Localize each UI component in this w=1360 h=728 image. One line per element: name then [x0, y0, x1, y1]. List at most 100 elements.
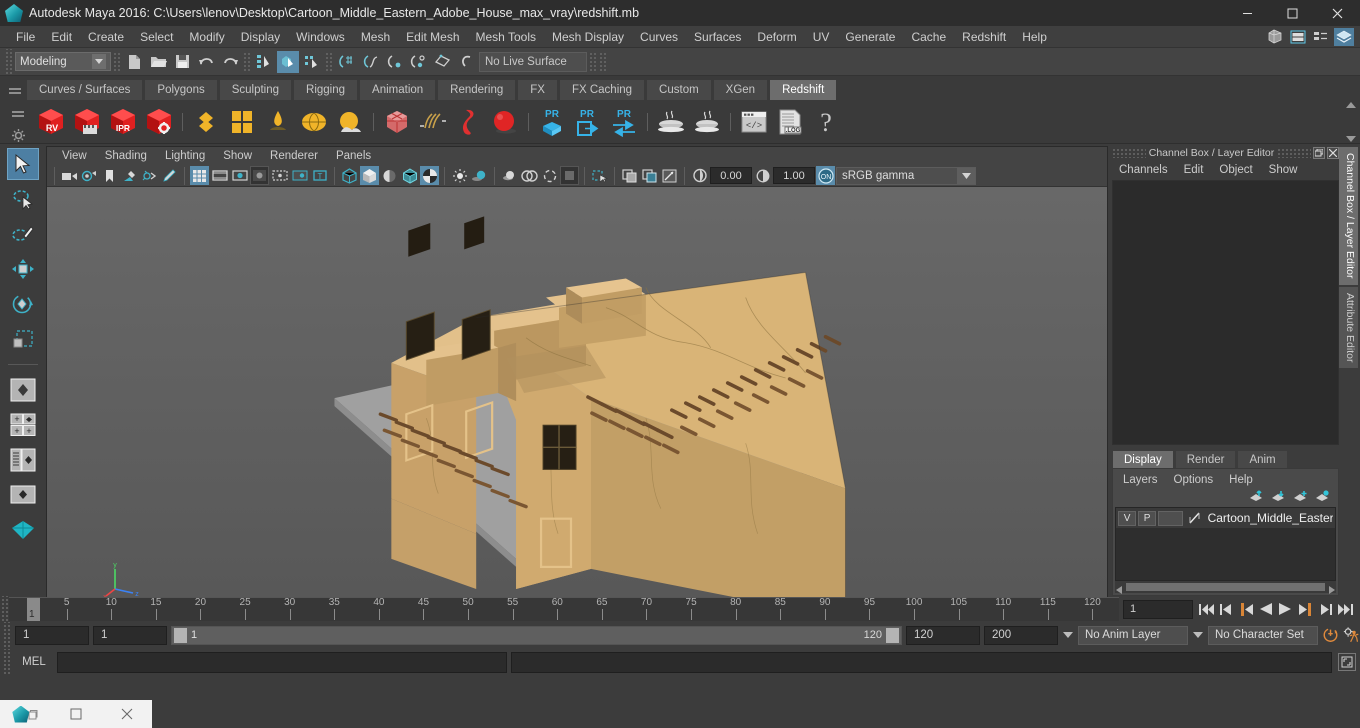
exposure-icon[interactable] — [690, 166, 709, 185]
make-live-icon[interactable] — [455, 51, 477, 73]
snap-to-projected-center-icon[interactable] — [407, 51, 429, 73]
menu-curves[interactable]: Curves — [632, 26, 686, 48]
shelf-tab-polygons[interactable]: Polygons — [144, 79, 218, 100]
lasso-select-tool[interactable] — [7, 183, 39, 215]
shelf-tab-fx[interactable]: FX — [517, 79, 558, 100]
shelf-drag-handle[interactable] — [7, 101, 29, 123]
restore-icon[interactable] — [1313, 147, 1325, 159]
shelf-tab-fx-caching[interactable]: FX Caching — [558, 79, 646, 100]
range-slider[interactable]: 1 120 — [171, 625, 902, 645]
screen-space-ao-icon[interactable] — [500, 166, 519, 185]
layer-color-swatch-icon[interactable] — [1185, 510, 1206, 526]
anim-end-field[interactable]: 200 — [984, 625, 1058, 645]
timeline-grip[interactable] — [0, 596, 9, 622]
maya-taskbar-icon[interactable] — [0, 700, 51, 728]
play-backwards-icon[interactable] — [1257, 600, 1274, 618]
shelf-btn-redshift-bake-1[interactable] — [654, 103, 688, 141]
resolution-gate-icon[interactable] — [230, 166, 249, 185]
paint-select-tool[interactable] — [7, 218, 39, 250]
layer-menu-help[interactable]: Help — [1221, 474, 1261, 486]
layer-editor-icon[interactable] — [1334, 27, 1354, 46]
shelf-tab-rigging[interactable]: Rigging — [293, 79, 359, 100]
scroll-left-icon[interactable] — [1116, 583, 1124, 594]
menu-cache[interactable]: Cache — [903, 26, 954, 48]
shelf-btn-redshift-pr-transfer[interactable]: PR — [607, 103, 641, 141]
channel-menu-object[interactable]: Object — [1212, 164, 1259, 176]
panel-grip[interactable] — [1112, 148, 1146, 158]
shelf-tab-curves-surfaces[interactable]: Curves / Surfaces — [26, 79, 144, 100]
shelf-btn-redshift-sphere[interactable] — [488, 103, 522, 141]
vtab-channel-box-layer-editor[interactable]: Channel Box / Layer Editor — [1339, 147, 1358, 285]
shelf-scroll-up-icon[interactable] — [1346, 102, 1356, 108]
minimize-icon[interactable] — [1225, 0, 1270, 26]
time-slider[interactable]: 5 10 15 20 25 30 35 40 45 50 55 60 65 70 75 80 85 90 95 100… — [9, 597, 1119, 621]
select-by-hierarchy-icon[interactable] — [253, 51, 275, 73]
persp-graph-layout[interactable] — [7, 479, 39, 511]
select-by-object-icon[interactable] — [277, 50, 299, 73]
multisample-icon[interactable] — [540, 166, 559, 185]
layer-list-scrollbar[interactable] — [1115, 581, 1336, 594]
camera-attributes-icon[interactable] — [80, 166, 99, 185]
menu-mesh-display[interactable]: Mesh Display — [544, 26, 632, 48]
textured-icon[interactable] — [420, 166, 439, 185]
viewport-menu-view[interactable]: View — [53, 147, 96, 165]
viewport-3d[interactable]: persp y z x — [47, 187, 1107, 620]
layer-tab-render[interactable]: Render — [1174, 450, 1237, 468]
film-gate-icon[interactable] — [210, 166, 229, 185]
command-output[interactable] — [511, 651, 1332, 673]
character-set-chevron-icon[interactable] — [1192, 626, 1204, 644]
scrollbar-thumb[interactable] — [1126, 583, 1325, 591]
step-back-keyframe-icon[interactable] — [1217, 600, 1234, 618]
command-language-label[interactable]: MEL — [15, 656, 53, 668]
select-by-component-icon[interactable] — [301, 51, 323, 73]
save-scene-icon[interactable] — [171, 51, 193, 73]
gpu-override-icon[interactable] — [560, 166, 579, 185]
snap-to-point-icon[interactable] — [383, 51, 405, 73]
rotate-tool[interactable] — [7, 288, 39, 320]
step-back-frame-icon[interactable] — [1237, 600, 1254, 618]
range-grip[interactable] — [2, 622, 11, 648]
shelf-btn-redshift-area-light[interactable] — [189, 103, 223, 141]
channel-menu-edit[interactable]: Edit — [1177, 164, 1211, 176]
gate-mask-icon[interactable] — [250, 166, 269, 185]
viewport-menu-show[interactable]: Show — [214, 147, 261, 165]
viewport-menu-panels[interactable]: Panels — [327, 147, 380, 165]
shelf-btn-redshift-render-settings[interactable] — [142, 103, 176, 141]
menu-surfaces[interactable]: Surfaces — [686, 26, 749, 48]
close-icon[interactable] — [1315, 0, 1360, 26]
menu-edit-mesh[interactable]: Edit Mesh — [398, 26, 467, 48]
channel-box-icon[interactable] — [1288, 28, 1308, 46]
snap-to-view-plane-icon[interactable] — [431, 51, 453, 73]
motion-blur-icon[interactable] — [520, 166, 539, 185]
layer-menu-layers[interactable]: Layers — [1115, 474, 1166, 486]
menu-help[interactable]: Help — [1014, 26, 1055, 48]
shelf-tab-rendering[interactable]: Rendering — [437, 79, 517, 100]
new-layer-from-selected-icon[interactable] — [1315, 490, 1330, 506]
menu-uv[interactable]: UV — [805, 26, 838, 48]
shelf-btn-redshift-script-editor[interactable]: </> — [737, 103, 771, 141]
viewport-menu-shading[interactable]: Shading — [96, 147, 156, 165]
viewport-menu-lighting[interactable]: Lighting — [156, 147, 214, 165]
layer-menu-options[interactable]: Options — [1166, 474, 1222, 486]
redo-icon[interactable] — [219, 51, 241, 73]
shelf-tab-redshift[interactable]: Redshift — [769, 79, 838, 100]
layer-tab-display[interactable]: Display — [1112, 450, 1174, 468]
color-management-toggle-icon[interactable]: ON — [816, 166, 835, 185]
step-forward-keyframe-icon[interactable] — [1317, 600, 1334, 618]
current-time-indicator[interactable]: 1 — [27, 598, 40, 621]
shelf-btn-redshift-render-view[interactable]: RV — [34, 103, 68, 141]
attribute-editor-icon[interactable] — [1311, 28, 1331, 46]
open-scene-icon[interactable] — [147, 51, 169, 73]
bookmark-icon[interactable] — [100, 166, 119, 185]
snap-to-curve-icon[interactable] — [359, 51, 381, 73]
channel-menu-show[interactable]: Show — [1262, 164, 1305, 176]
shelf-btn-redshift-render-sequence[interactable] — [70, 103, 104, 141]
grease-pencil-icon[interactable] — [160, 166, 179, 185]
snap-to-grid-icon[interactable] — [335, 51, 357, 73]
anim-layer-chevron-icon[interactable] — [1062, 626, 1074, 644]
scroll-right-icon[interactable] — [1327, 583, 1335, 594]
character-set-selector[interactable]: No Character Set — [1208, 625, 1318, 645]
menu-select[interactable]: Select — [132, 26, 181, 48]
grid-toggle-icon[interactable] — [190, 166, 209, 185]
shelf-btn-redshift-bake-2[interactable] — [690, 103, 724, 141]
